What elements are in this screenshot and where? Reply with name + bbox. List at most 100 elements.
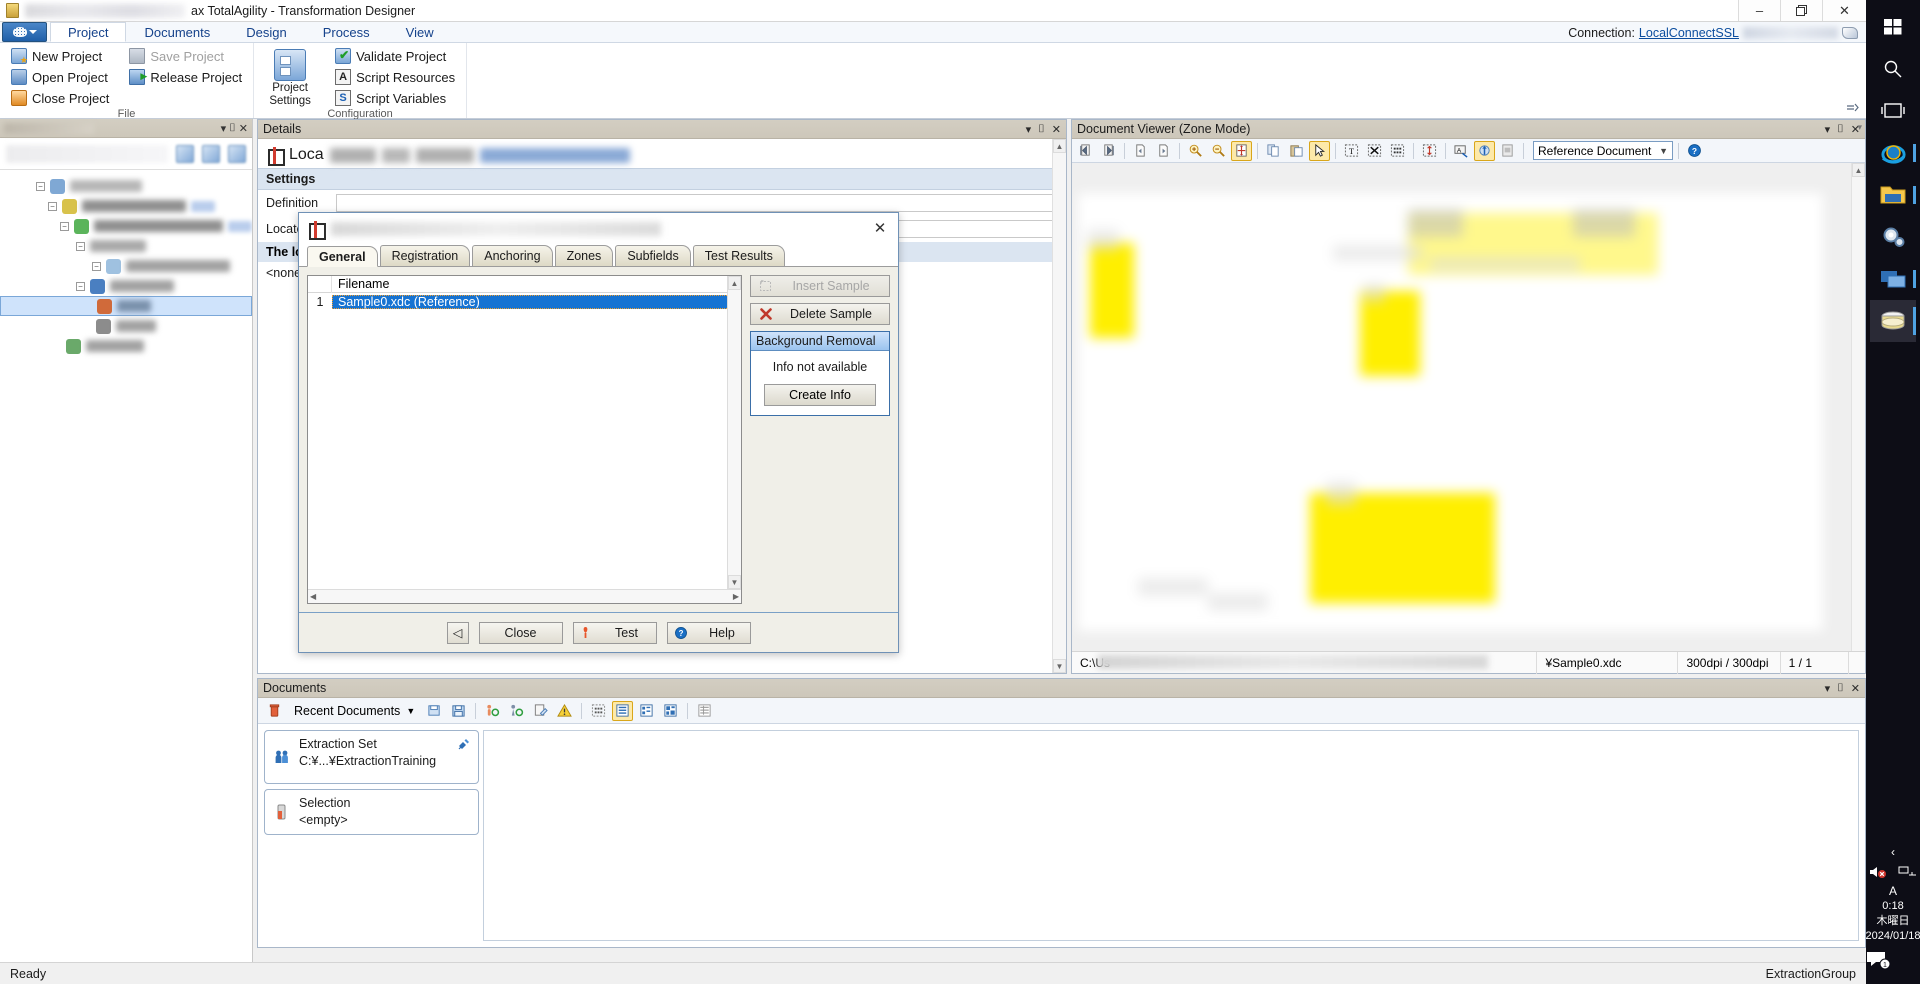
tree-node[interactable] (0, 336, 252, 356)
refresh-zone-icon[interactable] (1474, 140, 1495, 161)
new-project-button[interactable]: New Project (6, 46, 114, 66)
ribbon-tab-process[interactable]: Process (305, 22, 388, 42)
zoom-in-icon[interactable] (1185, 141, 1206, 161)
script-variables-button[interactable]: S Script Variables (330, 88, 460, 108)
tree-node[interactable] (0, 316, 252, 336)
sample-list-vertical-scrollbar[interactable]: ▲ ▼ (727, 276, 741, 589)
page-properties-icon[interactable] (1497, 141, 1518, 161)
tree-node[interactable]: − (0, 276, 252, 296)
notification-icon[interactable]: 1 (1865, 944, 1920, 978)
dialog-back-button[interactable]: ◁ (446, 621, 469, 644)
ocr-zone-icon[interactable]: A (1451, 141, 1472, 161)
pin-icon[interactable]: ⌷ (1837, 682, 1844, 695)
taskbar-date[interactable]: 2024/01/18 (1865, 929, 1920, 944)
last-page-icon[interactable] (1098, 141, 1119, 161)
pin-icon[interactable]: ⌷ (229, 122, 236, 135)
internet-explorer-icon[interactable] (1870, 132, 1916, 174)
remote-desktop-icon[interactable] (1870, 258, 1916, 300)
tree-node[interactable]: − (0, 196, 252, 216)
dropdown-icon[interactable]: ▾ (221, 122, 227, 135)
pin-icon[interactable] (457, 737, 471, 751)
warning-icon[interactable] (554, 701, 575, 721)
scroll-down-icon[interactable]: ▼ (1053, 659, 1066, 673)
dialog-close-button[interactable]: ✕ (868, 217, 892, 239)
dialog-close-action-button[interactable]: Close (478, 621, 563, 644)
text-zone-icon[interactable]: T (1341, 141, 1362, 161)
scroll-up-icon[interactable]: ▲ (728, 276, 741, 290)
project-settings-button[interactable]: Project Settings (260, 46, 320, 108)
dialog-tab-registration[interactable]: Registration (379, 245, 471, 266)
anchor-zone-icon[interactable] (1419, 141, 1440, 161)
taskbar-time[interactable]: 0:18 (1865, 899, 1920, 914)
settings-icon[interactable] (1870, 216, 1916, 258)
scroll-right-icon[interactable]: ▶ (733, 592, 739, 601)
dialog-tab-test-results[interactable]: Test Results (692, 245, 785, 266)
release-project-button[interactable]: Release Project (124, 67, 247, 87)
ribbon-tab-design[interactable]: Design (228, 22, 304, 42)
grid-view-icon[interactable] (694, 701, 715, 721)
ime-indicator[interactable]: A (1889, 884, 1897, 899)
tree-view-icon[interactable] (636, 701, 657, 721)
dialog-help-button[interactable]: ? Help (666, 621, 751, 644)
train-icon[interactable] (482, 701, 503, 721)
recent-documents-dropdown[interactable]: Recent Documents ▼ (288, 704, 421, 718)
zoom-out-icon[interactable] (1208, 141, 1229, 161)
ribbon-tab-documents[interactable]: Documents (126, 22, 228, 42)
select-pointer-icon[interactable] (1309, 140, 1330, 161)
document-selector[interactable]: Reference Document ▼ (1533, 141, 1673, 160)
document-card-selection[interactable]: Selection <empty> (264, 789, 479, 835)
ribbon-tab-project[interactable]: Project (50, 22, 127, 42)
sample-list[interactable]: Filename 1 Sample0.xdc (Reference) ▲ ▼ ◀… (307, 275, 742, 604)
office-menu-button[interactable] (2, 22, 47, 42)
scroll-down-icon[interactable]: ▼ (728, 575, 741, 589)
tree-node[interactable]: − (0, 256, 252, 276)
delete-sample-button[interactable]: Delete Sample (750, 303, 890, 325)
details-field-definition-input[interactable] (336, 194, 1058, 212)
details-vertical-scrollbar[interactable]: ▲ ▼ (1052, 139, 1066, 673)
tree-expand-icon[interactable] (202, 144, 220, 163)
close-project-button[interactable]: Close Project (6, 88, 114, 108)
close-button[interactable]: ✕ (1822, 0, 1866, 21)
sample-list-horizontal-scrollbar[interactable]: ◀ ▶ (308, 589, 741, 603)
restore-button[interactable] (1780, 0, 1822, 21)
ribbon-tab-view[interactable]: View (388, 22, 452, 42)
help-icon[interactable]: ? (1684, 141, 1705, 161)
paste-icon[interactable] (1286, 141, 1307, 161)
pin-icon[interactable]: ⌷ (1038, 123, 1045, 136)
tree-node-selected[interactable] (0, 296, 252, 316)
ribbon-collapse-button[interactable] (1844, 102, 1860, 116)
dialog-tab-subfields[interactable]: Subfields (615, 245, 691, 266)
validate-icon[interactable] (506, 701, 527, 721)
tree-expander-icon[interactable]: − (76, 241, 85, 251)
edit-document-icon[interactable] (530, 701, 551, 721)
scroll-up-icon[interactable]: ▲ (1852, 163, 1865, 177)
connection-status-icon[interactable] (1842, 26, 1858, 39)
tree-expander-icon[interactable]: − (60, 221, 69, 231)
close-icon[interactable]: ✕ (1851, 682, 1860, 695)
tree-expander-icon[interactable]: − (76, 281, 85, 291)
save-icon[interactable] (448, 701, 469, 721)
close-icon[interactable]: ✕ (239, 122, 248, 135)
open-folder-icon[interactable] (424, 701, 445, 721)
project-tree-search-input[interactable] (6, 144, 168, 163)
tree-expander-icon[interactable]: − (36, 181, 45, 191)
tree-collapse-icon[interactable] (228, 144, 246, 163)
fit-page-icon[interactable] (1231, 140, 1252, 161)
tree-refresh-icon[interactable] (176, 144, 194, 163)
dropdown-icon[interactable]: ▾ (1026, 123, 1032, 136)
dialog-tab-general[interactable]: General (307, 246, 378, 267)
project-tree[interactable]: − − − − − − (0, 170, 252, 962)
trash-icon[interactable] (264, 701, 285, 721)
tree-expander-icon[interactable]: − (48, 201, 57, 211)
close-icon[interactable]: ✕ (1052, 123, 1061, 136)
prev-page-icon[interactable] (1130, 141, 1151, 161)
document-card-extraction-set[interactable]: Extraction Set C:¥...¥ExtractionTraining (264, 730, 479, 784)
search-icon[interactable] (1870, 48, 1916, 90)
insert-sample-button[interactable]: Insert Sample (750, 275, 890, 297)
document-viewer-canvas[interactable]: ▲ (1072, 163, 1865, 651)
list-view-icon[interactable] (612, 700, 634, 721)
delete-zone-icon[interactable] (1364, 141, 1385, 161)
detail-view-icon[interactable] (660, 701, 681, 721)
first-page-icon[interactable] (1075, 141, 1096, 161)
scroll-up-icon[interactable]: ▲ (1053, 139, 1066, 153)
